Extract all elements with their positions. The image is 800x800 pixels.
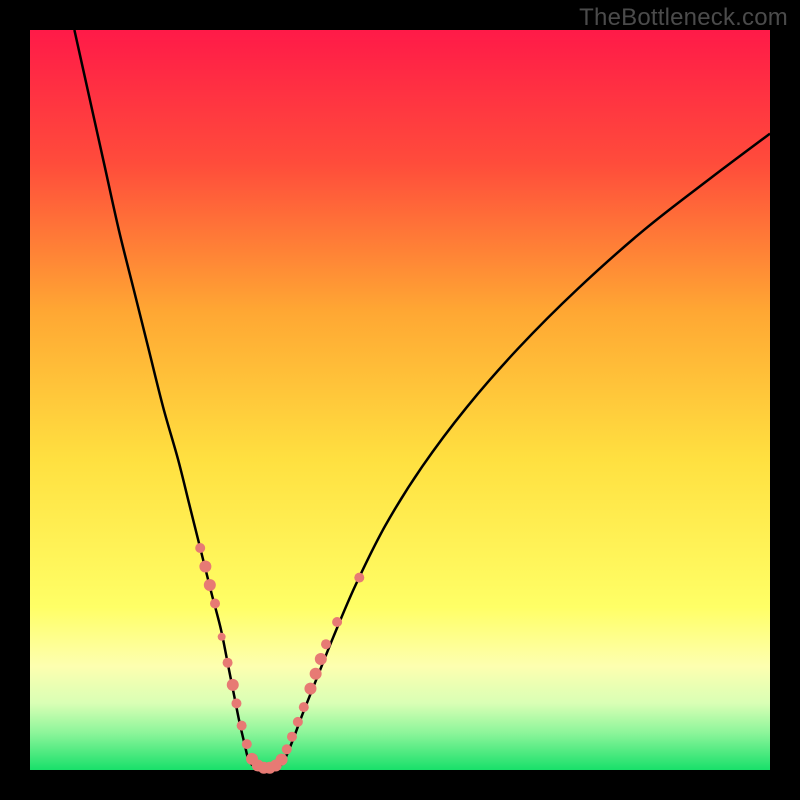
scatter-dot	[287, 732, 297, 742]
scatter-dot	[310, 668, 322, 680]
chart-frame: TheBottleneck.com	[0, 0, 800, 800]
scatter-dot	[231, 698, 241, 708]
scatter-dot	[218, 633, 226, 641]
scatter-dot	[237, 721, 247, 731]
scatter-dot	[282, 744, 292, 754]
curve-svg	[30, 30, 770, 770]
scatter-dot	[199, 561, 211, 573]
scatter-dot	[315, 653, 327, 665]
scatter-dot	[321, 639, 331, 649]
watermark-text: TheBottleneck.com	[579, 4, 788, 32]
scatter-dot	[210, 599, 220, 609]
scatter-dot	[304, 683, 316, 695]
scatter-dot	[223, 658, 233, 668]
plot-area	[30, 30, 770, 770]
scatter-dot	[227, 679, 239, 691]
scatter-dot	[195, 543, 205, 553]
bottleneck-curve	[74, 30, 770, 769]
scatter-dot	[354, 573, 364, 583]
scatter-dot	[293, 717, 303, 727]
scatter-dot	[276, 754, 288, 766]
scatter-dot	[332, 617, 342, 627]
scatter-dot	[242, 739, 252, 749]
scatter-dots	[195, 543, 364, 774]
scatter-dot	[299, 702, 309, 712]
scatter-dot	[204, 579, 216, 591]
